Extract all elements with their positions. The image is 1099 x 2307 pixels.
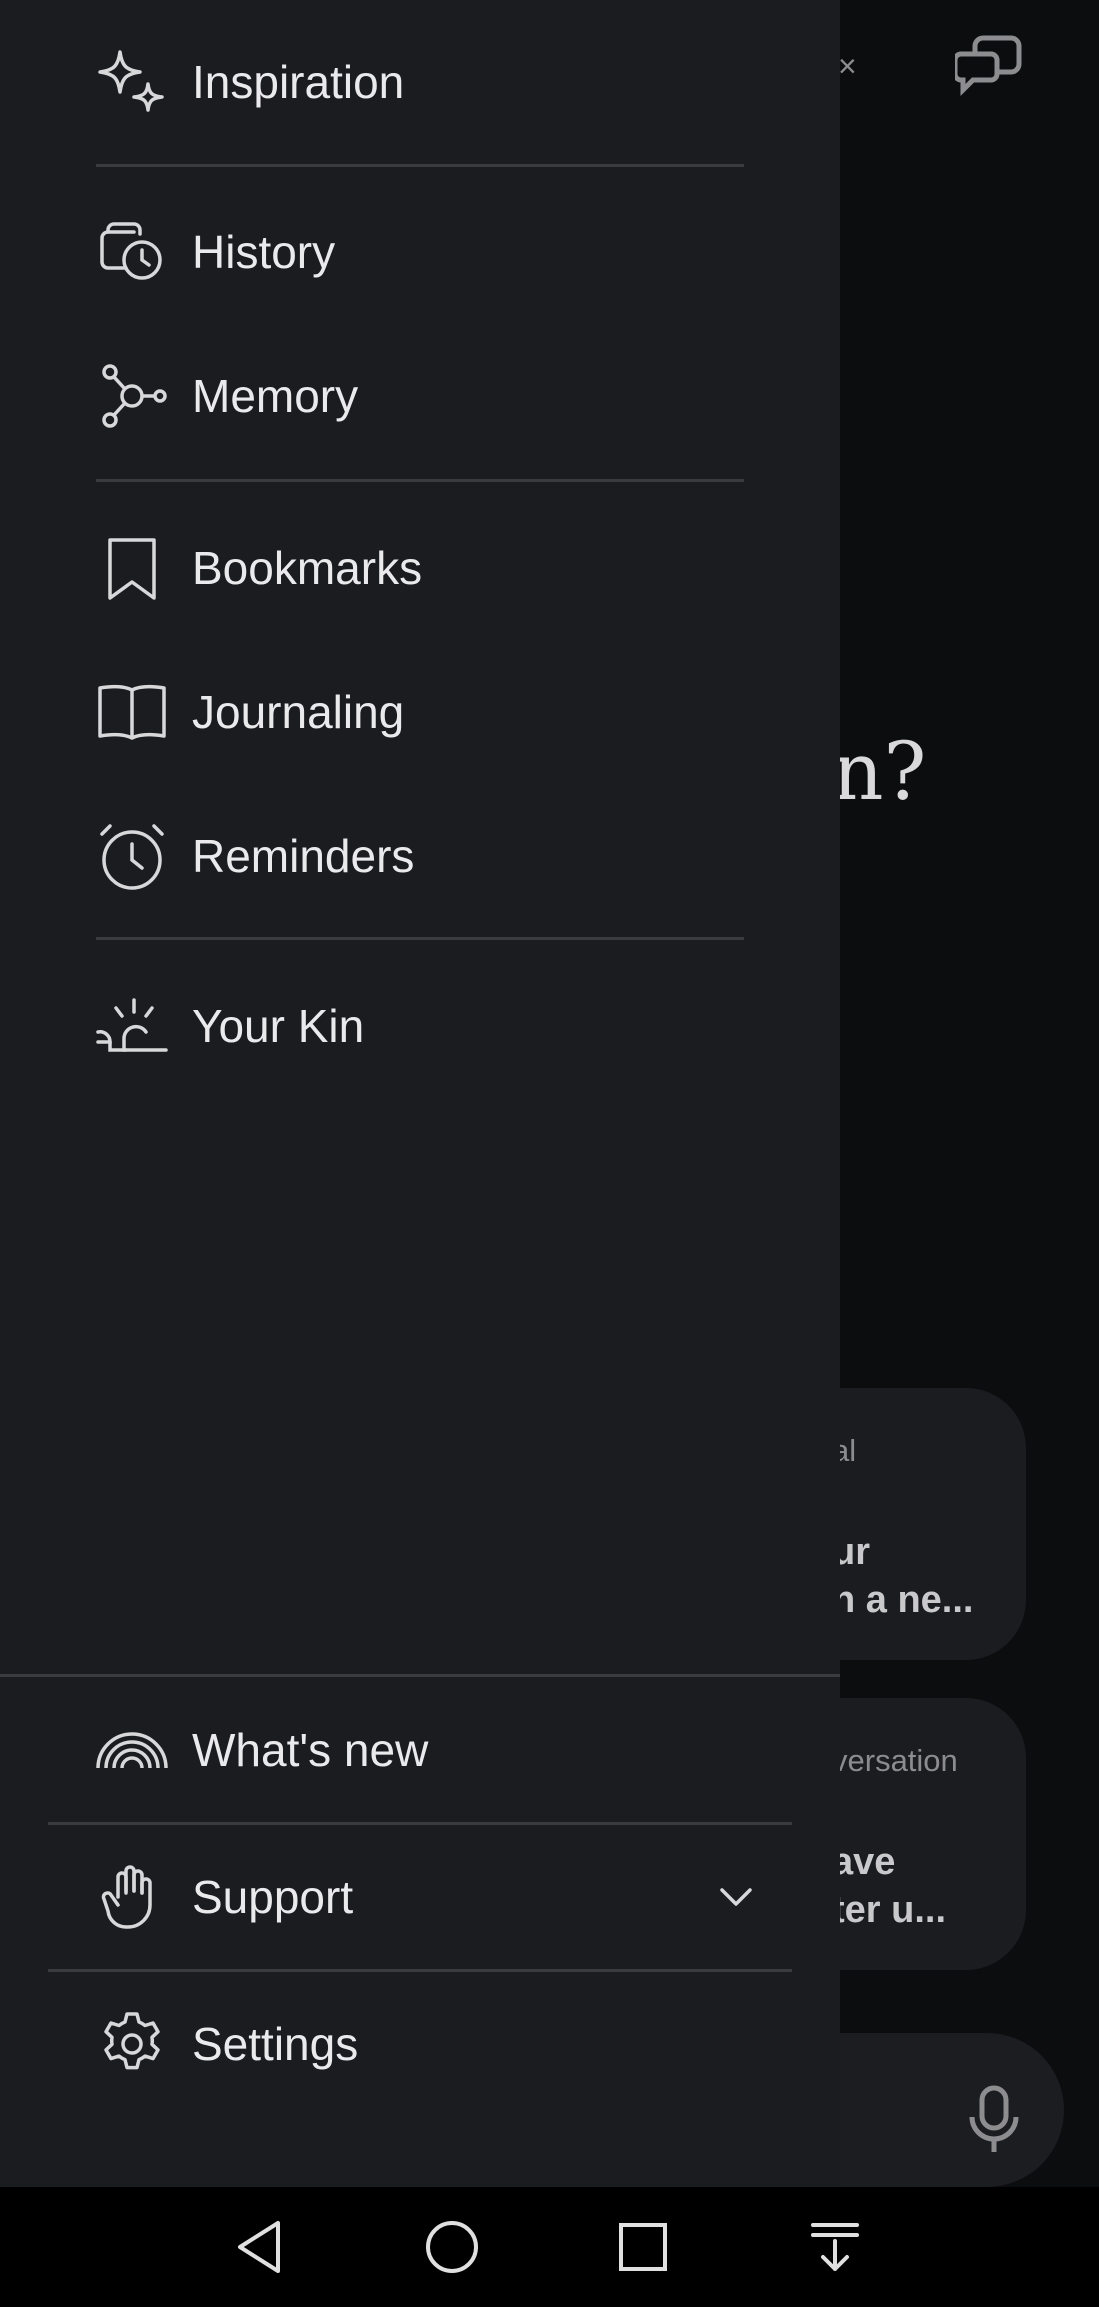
divider bbox=[96, 937, 744, 940]
menu-label: Settings bbox=[192, 2018, 359, 2070]
menu-label: What's new bbox=[192, 1724, 429, 1776]
navigation-drawer: Inspiration History Memory Bookmarks Jou… bbox=[0, 0, 840, 2187]
divider bbox=[96, 479, 744, 482]
menu-item-history[interactable]: History bbox=[96, 202, 756, 302]
card-line: n a ne... bbox=[832, 1579, 974, 1621]
menu-item-support[interactable]: Support bbox=[96, 1847, 756, 1947]
close-icon[interactable]: × bbox=[838, 38, 878, 94]
menu-item-bookmarks[interactable]: Bookmarks bbox=[96, 518, 756, 618]
bookmark-icon bbox=[96, 532, 168, 604]
divider bbox=[48, 1822, 792, 1825]
menu-item-whats-new[interactable]: What's new bbox=[96, 1700, 756, 1800]
menu-label: History bbox=[192, 226, 336, 278]
card-line: ter u... bbox=[832, 1889, 947, 1931]
memory-graph-icon bbox=[96, 360, 168, 432]
divider bbox=[48, 1969, 792, 1972]
hand-icon bbox=[96, 1861, 168, 1933]
card-line: ave bbox=[832, 1841, 896, 1883]
chat-bubbles-icon[interactable] bbox=[955, 34, 1025, 98]
menu-label: Journaling bbox=[192, 686, 405, 738]
menu-label: Bookmarks bbox=[192, 542, 423, 594]
greeting-heading: n? bbox=[832, 725, 927, 818]
alarm-clock-icon bbox=[96, 820, 168, 892]
keyboard-hide-icon[interactable] bbox=[795, 2207, 875, 2287]
menu-item-your-kin[interactable]: Your Kin bbox=[96, 976, 756, 1076]
back-icon[interactable] bbox=[222, 2207, 302, 2287]
microphone-icon[interactable] bbox=[967, 2085, 1021, 2155]
system-navigation-bar bbox=[0, 2187, 1099, 2307]
card-tag: versation bbox=[832, 1743, 958, 1778]
rainbow-icon bbox=[96, 1714, 168, 1786]
divider bbox=[96, 164, 744, 167]
gear-icon bbox=[96, 2008, 168, 2080]
menu-label: Your Kin bbox=[192, 1000, 365, 1052]
menu-item-inspiration[interactable]: Inspiration bbox=[96, 32, 756, 132]
history-clock-icon bbox=[96, 216, 168, 288]
book-open-icon bbox=[96, 676, 168, 748]
menu-label: Reminders bbox=[192, 830, 415, 882]
menu-item-reminders[interactable]: Reminders bbox=[96, 806, 756, 906]
recents-icon[interactable] bbox=[603, 2207, 683, 2287]
menu-label: Memory bbox=[192, 370, 359, 422]
divider bbox=[0, 1674, 840, 1677]
chevron-down-icon[interactable] bbox=[716, 1876, 756, 1916]
menu-label: Inspiration bbox=[192, 56, 405, 108]
sunrise-icon bbox=[96, 990, 168, 1062]
menu-label: Support bbox=[192, 1871, 354, 1923]
home-icon[interactable] bbox=[412, 2207, 492, 2287]
menu-item-journaling[interactable]: Journaling bbox=[96, 662, 756, 762]
menu-item-memory[interactable]: Memory bbox=[96, 346, 756, 446]
sparkles-icon bbox=[96, 46, 168, 118]
menu-item-settings[interactable]: Settings bbox=[96, 1994, 756, 2094]
